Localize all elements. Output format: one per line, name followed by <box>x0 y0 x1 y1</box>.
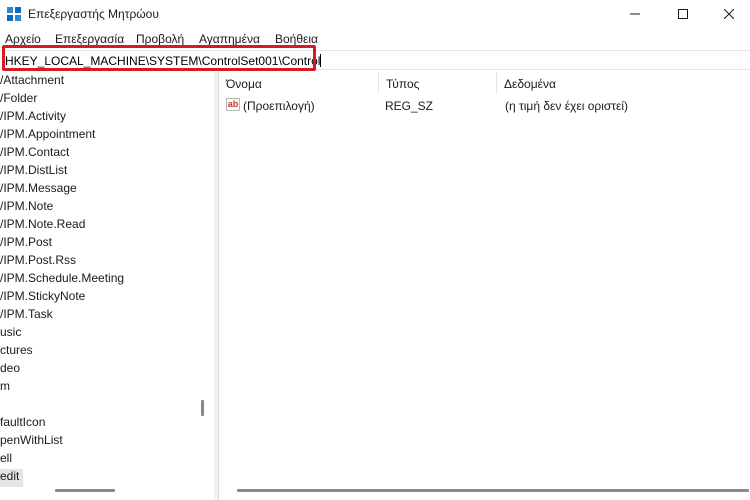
menu-help[interactable]: Βοήθεια <box>275 32 318 46</box>
tree-item[interactable]: deo <box>0 361 20 379</box>
tree-item[interactable]: /IPM.DistList <box>0 163 67 181</box>
tree-pane[interactable]: /Attachment /Folder /IPM.Activity /IPM.A… <box>0 72 214 500</box>
menu-view[interactable]: Προβολή <box>136 32 184 46</box>
tree-item[interactable]: m <box>0 379 10 397</box>
tree-item[interactable]: /IPM.Note <box>0 199 53 217</box>
tree-item[interactable]: /IPM.Contact <box>0 145 69 163</box>
menu-edit[interactable]: Επεξεργασία <box>55 32 124 46</box>
tree-item[interactable]: /IPM.Activity <box>0 109 66 127</box>
string-value-icon: ab <box>226 98 240 111</box>
values-list-pane[interactable]: Όνομα Τύπος Δεδομένα ab (Προεπιλογή) REG… <box>218 72 750 500</box>
tree-item[interactable]: ctures <box>0 343 33 361</box>
tree-item[interactable]: ell <box>0 451 12 469</box>
tree-item[interactable]: /IPM.Schedule.Meeting <box>0 271 124 289</box>
menu-favorites[interactable]: Αγαπημένα <box>199 32 260 46</box>
column-header-type[interactable]: Τύπος <box>379 72 497 94</box>
value-type: REG_SZ <box>385 99 434 113</box>
window-title: Επεξεργαστής Μητρώου <box>28 7 159 21</box>
tree-item[interactable]: /IPM.Message <box>0 181 77 199</box>
value-name: (Προεπιλογή) <box>243 99 315 113</box>
tree-item[interactable]: faultIcon <box>0 415 45 433</box>
minimize-icon <box>630 13 640 15</box>
tree-item[interactable]: /Attachment <box>0 73 64 91</box>
tree-item[interactable]: penWithList <box>0 433 63 451</box>
column-header-name[interactable]: Όνομα <box>219 72 379 94</box>
value-row[interactable]: ab (Προεπιλογή) REG_SZ (η τιμή δεν έχει … <box>219 96 750 114</box>
tree-horizontal-scrollbar[interactable] <box>55 489 115 492</box>
value-data: (η τιμή δεν έχει οριστεί) <box>505 99 629 113</box>
address-highlight-box <box>2 45 316 71</box>
title-bar: Επεξεργαστής Μητρώου <box>0 0 750 28</box>
maximize-button[interactable] <box>660 0 706 28</box>
minimize-button[interactable] <box>612 0 658 28</box>
tree-item[interactable]: /IPM.Appointment <box>0 127 95 145</box>
tree-item[interactable]: /IPM.Task <box>0 307 53 325</box>
tree-vertical-scrollbar[interactable] <box>201 400 204 416</box>
list-horizontal-scrollbar[interactable] <box>237 489 749 492</box>
menu-file[interactable]: Αρχείο <box>5 32 41 46</box>
tree-item[interactable]: /IPM.StickyNote <box>0 289 85 307</box>
tree-item[interactable]: /IPM.Post.Rss <box>0 253 76 271</box>
tree-item[interactable]: /IPM.Post <box>0 235 52 253</box>
text-caret <box>320 54 322 67</box>
close-icon <box>724 9 734 19</box>
registry-editor-icon <box>7 7 21 21</box>
tree-item[interactable]: usic <box>0 325 21 343</box>
maximize-icon <box>678 9 688 19</box>
close-button[interactable] <box>706 0 750 28</box>
tree-item-selected[interactable]: edit <box>0 469 24 487</box>
tree-item[interactable]: /Folder <box>0 91 37 109</box>
tree-item[interactable]: /IPM.Note.Read <box>0 217 85 235</box>
column-header-data[interactable]: Δεδομένα <box>497 72 750 94</box>
